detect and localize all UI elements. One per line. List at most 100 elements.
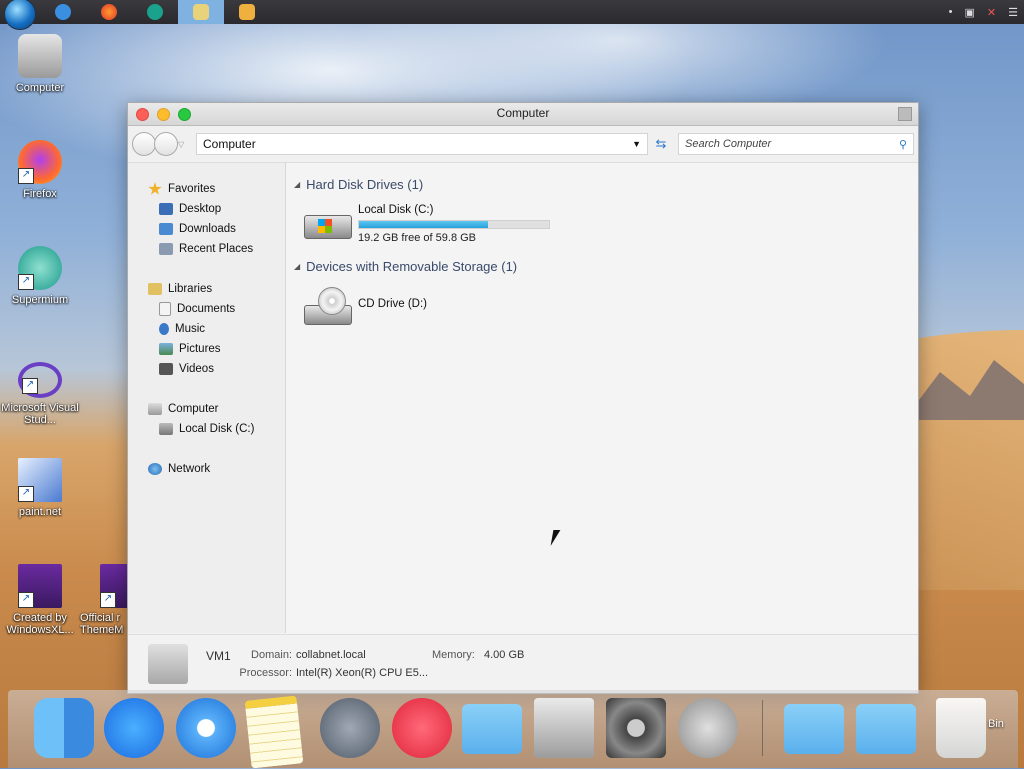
- section-hard-disk-drives[interactable]: ◢ Hard Disk Drives (1): [294, 173, 918, 195]
- taskbar-ie[interactable]: [40, 0, 86, 24]
- action-center-icon[interactable]: ▣: [965, 6, 975, 19]
- desktop-icon-visual-studio[interactable]: ↗ Microsoft Visual Stud...: [0, 362, 80, 426]
- notes-icon[interactable]: [244, 695, 304, 769]
- mouse-cursor: [550, 530, 568, 546]
- nav-desktop[interactable]: Desktop: [128, 199, 285, 219]
- forward-button[interactable]: [154, 132, 178, 156]
- music-icon[interactable]: [392, 698, 452, 758]
- firefox-icon: ↗: [18, 140, 62, 184]
- firefox-document-icon: ↗: [18, 564, 62, 608]
- section-title: Devices with Removable Storage (1): [306, 258, 518, 274]
- section-removable-storage[interactable]: ◢ Devices with Removable Storage (1): [294, 255, 918, 277]
- domain-value: collabnet.local: [296, 649, 366, 661]
- nav-label: Favorites: [168, 183, 216, 195]
- nav-videos[interactable]: Videos: [128, 359, 285, 379]
- paintnet-icon: ↗: [18, 458, 62, 502]
- videos-icon: [159, 363, 173, 375]
- taskbar-file-explorer[interactable]: [178, 0, 224, 24]
- start-button[interactable]: [0, 0, 40, 30]
- desktop-icon-firefox[interactable]: ↗ Firefox: [0, 140, 80, 200]
- section-title: Hard Disk Drives (1): [306, 176, 424, 192]
- address-dropdown-icon[interactable]: ▼: [632, 139, 641, 149]
- local-disk-icon: [159, 423, 173, 435]
- computer-icon: [148, 403, 162, 415]
- nav-libraries[interactable]: Libraries: [128, 279, 285, 299]
- history-dropdown-icon[interactable]: ▽: [178, 140, 188, 149]
- nav-computer[interactable]: Computer: [128, 399, 285, 419]
- nav-group-network: Network: [128, 459, 285, 479]
- tray-dot-icon[interactable]: •: [949, 6, 953, 18]
- documents-folder-icon[interactable]: [784, 704, 844, 754]
- nav-label: Music: [175, 323, 206, 335]
- star-icon: [148, 182, 162, 195]
- disk-usage-fill: [359, 221, 489, 228]
- nav-documents[interactable]: Documents: [128, 299, 285, 319]
- trash-label: Bin: [988, 718, 1004, 730]
- toolbar: ▽ Computer ▼ ⇆ Search Computer ⚲: [128, 126, 918, 163]
- applications-folder-icon[interactable]: [462, 704, 522, 754]
- drive-info: Local Disk (C:) 19.2 GB free of 59.8 GB: [358, 204, 550, 244]
- fullscreen-button[interactable]: [898, 107, 912, 121]
- nav-favorites[interactable]: Favorites: [128, 179, 285, 199]
- dock-separator: [762, 700, 763, 756]
- explorer-window: Computer ▽ Computer ▼ ⇆ Search Computer …: [127, 102, 919, 694]
- nav-recent-places[interactable]: Recent Places: [128, 239, 285, 259]
- collapse-triangle-icon[interactable]: ◢: [294, 180, 300, 189]
- desktop-icon-official-theme[interactable]: ↗ Official r ThemeM: [78, 564, 128, 636]
- computer-icon: [148, 644, 188, 684]
- drive-cd[interactable]: CD Drive (D:): [294, 277, 918, 335]
- collapse-triangle-icon[interactable]: ◢: [294, 262, 300, 271]
- title-bar[interactable]: Computer: [128, 103, 918, 126]
- address-text: Computer: [203, 137, 256, 151]
- windows-orb-icon: [4, 0, 36, 30]
- refresh-icon[interactable]: ⇆: [648, 136, 674, 152]
- nav-label: Local Disk (C:): [179, 423, 255, 435]
- search-input[interactable]: Search Computer ⚲: [678, 133, 914, 155]
- nav-pictures[interactable]: Pictures: [128, 339, 285, 359]
- desktop-icon-paintnet[interactable]: ↗ paint.net: [0, 458, 80, 518]
- system-tray: • ▣ ✕ ☰: [949, 6, 1024, 19]
- nav-network[interactable]: Network: [128, 459, 285, 479]
- desktop-icon-supermium[interactable]: ↗ Supermium: [0, 246, 80, 306]
- address-bar[interactable]: Computer ▼: [196, 133, 648, 155]
- drive-free-space: 19.2 GB free of 59.8 GB: [358, 232, 477, 244]
- desktop-icon-computer[interactable]: Computer: [0, 34, 80, 94]
- search-icon[interactable]: ⚲: [899, 138, 907, 151]
- nav-music[interactable]: Music: [128, 319, 285, 339]
- nav-local-disk[interactable]: Local Disk (C:): [128, 419, 285, 439]
- files-folder-icon[interactable]: [856, 704, 916, 754]
- desktop-icon-created-by[interactable]: ↗ Created by WindowsXL...: [0, 564, 80, 636]
- nav-group-computer: Computer Local Disk (C:): [128, 399, 285, 439]
- nav-downloads[interactable]: Downloads: [128, 219, 285, 239]
- back-button[interactable]: [132, 132, 156, 156]
- launchpad-icon[interactable]: [320, 698, 380, 758]
- processor-label: Processor:: [239, 667, 292, 679]
- shutdown-icon[interactable]: [678, 698, 738, 758]
- computer-icon[interactable]: [534, 698, 594, 758]
- drive-name: CD Drive (D:): [358, 298, 427, 310]
- desktop-icon-label: Computer: [15, 82, 65, 94]
- menu-icon[interactable]: ☰: [1008, 6, 1018, 19]
- desktop-icon-label: Created by WindowsXL...: [6, 612, 74, 636]
- shortcut-arrow-icon: ↗: [22, 378, 38, 394]
- main-pane: ◢ Hard Disk Drives (1) Local Disk (C:) 19…: [286, 163, 918, 633]
- media-player-icon: [239, 4, 255, 20]
- trash-icon[interactable]: [936, 698, 986, 758]
- finder-icon[interactable]: [34, 698, 94, 758]
- safari-icon[interactable]: [176, 698, 236, 758]
- maximize-button[interactable]: [178, 108, 191, 121]
- shortcut-arrow-icon: ↗: [18, 274, 34, 290]
- drive-local-disk[interactable]: Local Disk (C:) 19.2 GB free of 59.8 GB: [294, 195, 918, 253]
- shortcut-arrow-icon: ↗: [18, 592, 34, 608]
- libraries-icon: [148, 283, 162, 295]
- nav-label: Pictures: [179, 343, 221, 355]
- taskbar-supermium[interactable]: [132, 0, 178, 24]
- app-store-icon[interactable]: [104, 698, 164, 758]
- taskbar-media-player[interactable]: [224, 0, 270, 24]
- system-preferences-icon[interactable]: [606, 698, 666, 758]
- taskbar-firefox[interactable]: [86, 0, 132, 24]
- volume-muted-icon[interactable]: ✕: [987, 6, 996, 19]
- minimize-button[interactable]: [157, 108, 170, 121]
- close-button[interactable]: [136, 108, 149, 121]
- desktop-icon-label: Microsoft Visual Stud...: [1, 402, 79, 426]
